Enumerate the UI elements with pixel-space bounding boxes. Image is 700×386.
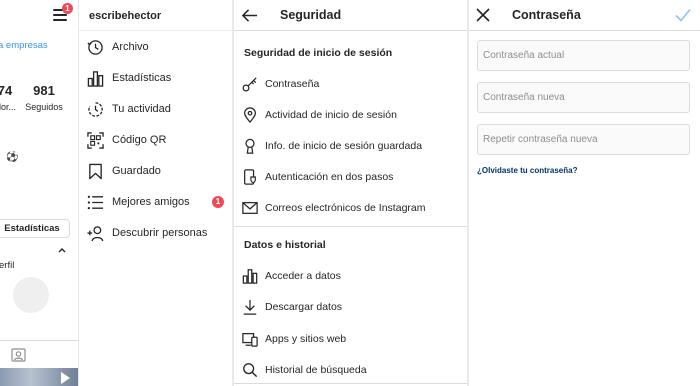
- key-icon: [242, 77, 257, 92]
- followers-label: dor...: [0, 102, 17, 112]
- drawer-item-qr[interactable]: Código QR: [87, 130, 231, 150]
- drawer-item-label: Guardado: [112, 165, 161, 177]
- qr-code-icon: [87, 131, 104, 149]
- section-divider: [234, 226, 467, 227]
- drawer-item-close-friends[interactable]: Mejores amigos 1: [87, 192, 231, 212]
- activity-icon: [88, 101, 103, 117]
- security-item-apps-websites[interactable]: Apps y sitios web: [242, 329, 464, 349]
- back-arrow-icon[interactable]: [241, 7, 258, 24]
- close-friends-badge: 1: [212, 196, 224, 208]
- drawer-item-label: Archivo: [112, 41, 149, 53]
- play-icon: [61, 372, 70, 384]
- password-header: Contraseña: [469, 0, 700, 31]
- drawer-item-label: Mejores amigos: [112, 196, 190, 208]
- security-item-access-data[interactable]: Acceder a datos: [242, 266, 464, 286]
- drawer-item-discover-people[interactable]: Descubrir personas: [87, 223, 231, 243]
- drawer-item-archive[interactable]: Archivo: [87, 37, 231, 57]
- devices-icon: [242, 333, 258, 347]
- followers-stat[interactable]: 74 dor...: [0, 83, 17, 112]
- page-title: Seguridad: [280, 8, 342, 22]
- post-thumbnail[interactable]: [0, 368, 78, 386]
- close-friends-icon: [87, 195, 104, 209]
- following-count: 981: [33, 83, 55, 98]
- drawer-item-label: Estadísticas: [112, 72, 172, 84]
- security-item-label: Contraseña: [265, 78, 320, 90]
- soccer-ball-icon: ⚽: [6, 152, 19, 163]
- download-icon: [243, 299, 257, 315]
- drawer-item-insights[interactable]: Estadísticas: [87, 68, 231, 88]
- following-label: Seguidos: [25, 102, 63, 112]
- security-item-label: Historial de búsqueda: [265, 364, 367, 376]
- business-tools-link[interactable]: a empresas: [0, 40, 48, 51]
- current-password-field[interactable]: [477, 40, 690, 71]
- archive-icon: [87, 39, 103, 55]
- forgot-password-link[interactable]: ¿Olvidaste tu contraseña?: [477, 166, 577, 175]
- security-item-saved-login[interactable]: Info. de inicio de sesión guardada: [242, 136, 464, 156]
- checkmark-icon[interactable]: [675, 8, 691, 22]
- repeat-password-field[interactable]: [477, 124, 690, 155]
- location-pin-icon: [244, 107, 256, 123]
- security-item-label: Apps y sitios web: [265, 333, 347, 345]
- security-item-label: Correos electrónicos de Instagram: [265, 202, 426, 214]
- drawer-menu: escribehector Archivo Estadísticas Tu ac…: [78, 0, 233, 386]
- chevron-up-icon[interactable]: [58, 246, 66, 255]
- security-item-label: Descargar datos: [265, 301, 343, 313]
- security-item-label: Actividad de inicio de sesión: [265, 109, 397, 121]
- security-item-search-history[interactable]: Historial de búsqueda: [242, 360, 464, 380]
- add-person-icon: [87, 225, 104, 241]
- security-screen: Seguridad Seguridad de inicio de sesión …: [234, 0, 467, 386]
- following-stat[interactable]: 981 Seguidos: [24, 83, 64, 112]
- drawer-username: escribehector: [89, 10, 162, 22]
- page-title: Contraseña: [512, 8, 581, 22]
- divider: [234, 383, 467, 384]
- drawer-item-label: Tu actividad: [112, 103, 171, 115]
- new-password-field[interactable]: [477, 82, 690, 113]
- bar-chart-icon: [242, 269, 258, 284]
- story-highlight-placeholder[interactable]: [13, 277, 49, 313]
- security-item-download-data[interactable]: Descargar datos: [242, 297, 464, 317]
- security-item-password[interactable]: Contraseña: [242, 74, 464, 94]
- notification-badge: 1: [62, 3, 73, 14]
- profile-label: erfil: [0, 260, 15, 271]
- security-item-login-activity[interactable]: Actividad de inicio de sesión: [242, 105, 464, 125]
- tagged-photos-icon[interactable]: [11, 348, 26, 362]
- drawer-item-saved[interactable]: Guardado: [87, 161, 231, 181]
- phone-shield-icon: [244, 169, 256, 185]
- divider: [0, 340, 78, 341]
- followers-count: 74: [0, 83, 13, 98]
- close-icon[interactable]: [475, 7, 491, 23]
- security-item-label: Autenticación en dos pasos: [265, 171, 394, 183]
- section-heading-data-history: Datos e historial: [244, 239, 326, 251]
- security-item-two-factor[interactable]: Autenticación en dos pasos: [242, 167, 464, 187]
- keyhole-icon: [245, 138, 255, 154]
- drawer-item-activity[interactable]: Tu actividad: [87, 99, 231, 119]
- drawer-item-label: Descubrir personas: [112, 227, 208, 239]
- section-heading-login-security: Seguridad de inicio de sesión: [244, 47, 393, 59]
- security-item-label: Acceder a datos: [265, 270, 341, 282]
- drawer-item-label: Código QR: [112, 134, 167, 146]
- profile-panel: 1 a empresas 74 dor... 981 Seguidos ⚽ Es…: [0, 0, 78, 386]
- bookmark-icon: [89, 163, 102, 179]
- security-item-emails[interactable]: Correos electrónicos de Instagram: [242, 198, 464, 218]
- divider: [79, 30, 233, 31]
- password-screen: Contraseña ¿Olvidaste tu contraseña?: [469, 0, 700, 386]
- security-item-label: Info. de inicio de sesión guardada: [265, 140, 423, 152]
- search-icon: [243, 363, 258, 378]
- security-header: Seguridad: [234, 0, 467, 31]
- mail-icon: [242, 202, 258, 214]
- insights-icon: [87, 70, 104, 87]
- stats-button[interactable]: Estadísticas: [0, 219, 70, 238]
